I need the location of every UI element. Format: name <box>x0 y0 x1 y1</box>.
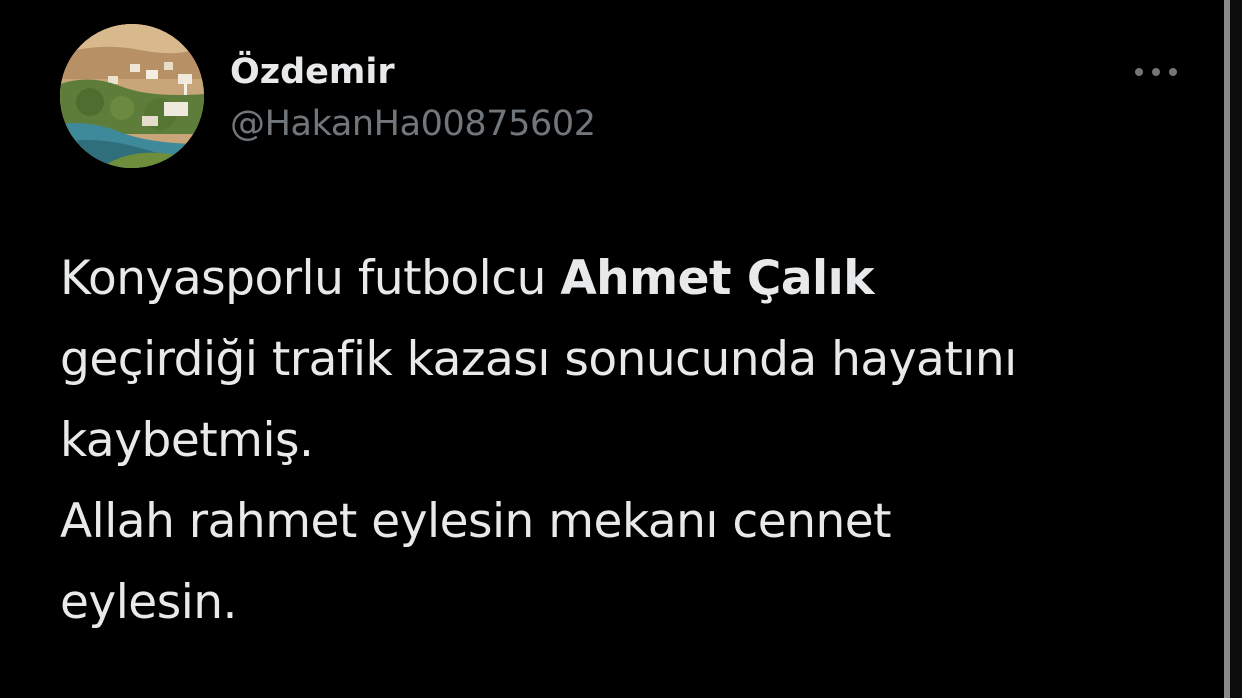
avatar-landscape-image <box>60 24 204 168</box>
more-options-button[interactable] <box>1128 56 1184 88</box>
tweet-text-line: Allah rahmet eylesin mekanı cennet <box>60 494 892 549</box>
scrollbar-track <box>1230 0 1242 698</box>
user-handle[interactable]: @HakanHa00875602 <box>230 100 596 148</box>
tweet-text-bold-name: Ahmet Çalık <box>560 251 875 306</box>
tweet-card: Özdemir @HakanHa00875602 Konyasporlu fut… <box>0 0 1222 698</box>
more-horizontal-icon <box>1135 68 1177 76</box>
display-name[interactable]: Özdemir <box>230 48 395 96</box>
tweet-text-line: Konyasporlu futbolcu Ahmet Çalık <box>60 238 1180 319</box>
tweet-text-line: kaybetmiş. <box>60 413 314 468</box>
tweet-text: Konyasporlu futbolcu Ahmet Çalık geçirdi… <box>60 238 1180 643</box>
tweet-text-line: eylesin. <box>60 575 237 630</box>
tweet-text-segment: Konyasporlu futbolcu <box>60 251 561 306</box>
tweet-text-line: geçirdiği trafik kazası sonucunda hayatı… <box>60 332 1017 387</box>
avatar[interactable] <box>60 24 204 168</box>
